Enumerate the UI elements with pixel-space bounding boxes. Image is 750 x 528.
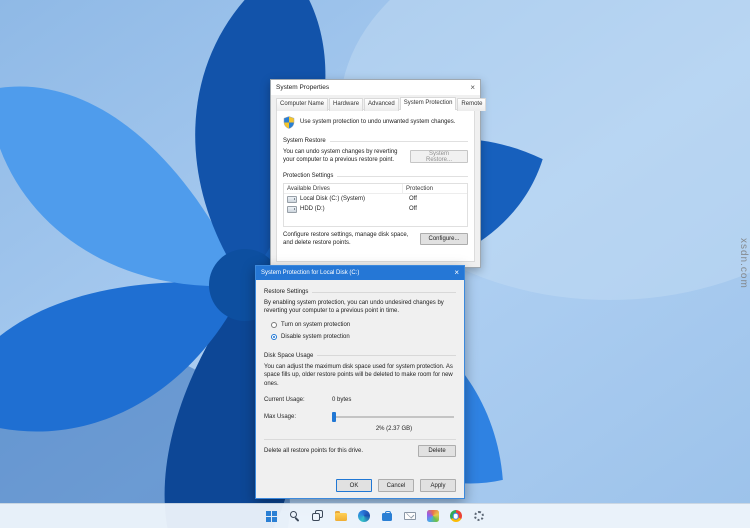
close-icon[interactable]: × bbox=[454, 269, 459, 277]
drive-dialog-titlebar[interactable]: System Protection for Local Disk (C:) × bbox=[256, 266, 464, 280]
divider bbox=[264, 438, 456, 440]
drive-dialog-body: Restore Settings By enabling system prot… bbox=[256, 280, 464, 498]
start-icon[interactable] bbox=[264, 508, 280, 524]
restore-settings-description: By enabling system protection, you can u… bbox=[264, 300, 444, 315]
system-properties-tab-strip: Computer Name Hardware Advanced System P… bbox=[276, 97, 487, 111]
drive-cell: Local Disk (C:) (System) bbox=[284, 195, 405, 203]
taskbar bbox=[0, 503, 750, 528]
system-restore-description: You can undo system changes by reverting… bbox=[283, 149, 398, 164]
tab-system-protection[interactable]: System Protection bbox=[399, 97, 457, 110]
table-row[interactable]: HDD (D:) Off bbox=[284, 204, 467, 214]
protection-status: Off bbox=[409, 206, 417, 213]
radio-turn-on-protection[interactable]: Turn on system protection bbox=[271, 321, 456, 328]
table-row[interactable]: Local Disk (C:) (System) Off bbox=[284, 194, 467, 204]
file-explorer-icon[interactable] bbox=[333, 508, 349, 524]
system-protection-drive-dialog: System Protection for Local Disk (C:) × … bbox=[255, 265, 465, 499]
edge-icon[interactable] bbox=[356, 508, 372, 524]
radio-label: Turn on system protection bbox=[281, 321, 351, 328]
disk-space-description: You can adjust the maximum disk space us… bbox=[264, 363, 453, 387]
desktop: xsdn.com System Properties × Computer Na… bbox=[0, 0, 750, 528]
table-empty-space bbox=[284, 214, 467, 226]
protection-settings-heading: Protection Settings bbox=[283, 173, 334, 180]
intro-row: Use system protection to undo unwanted s… bbox=[283, 116, 468, 129]
drive-name: Local Disk (C:) (System) bbox=[300, 196, 366, 203]
system-properties-titlebar[interactable]: System Properties × bbox=[271, 80, 480, 95]
protection-status: Off bbox=[409, 196, 417, 203]
drive-name: HDD (D:) bbox=[300, 206, 325, 213]
current-usage-label: Current Usage: bbox=[264, 396, 305, 403]
drive-dialog-title: System Protection for Local Disk (C:) bbox=[261, 270, 360, 276]
taskbar-icon-group bbox=[264, 508, 487, 524]
disk-space-heading: Disk Space Usage bbox=[264, 352, 314, 359]
task-view-icon[interactable] bbox=[310, 508, 326, 524]
max-usage-slider[interactable] bbox=[332, 411, 456, 422]
max-usage-row: Max Usage: bbox=[264, 411, 456, 422]
settings-icon[interactable] bbox=[471, 508, 487, 524]
divider bbox=[312, 291, 456, 293]
cancel-button[interactable]: Cancel bbox=[378, 479, 414, 492]
tab-hardware[interactable]: Hardware bbox=[329, 98, 364, 111]
tab-advanced[interactable]: Advanced bbox=[364, 98, 399, 111]
radio-disable-protection[interactable]: Disable system protection bbox=[271, 333, 456, 340]
max-usage-value: 2% (2.37 GB) bbox=[375, 425, 413, 432]
current-usage-row: Current Usage: 0 bytes bbox=[264, 397, 456, 403]
system-restore-group: System Restore bbox=[283, 138, 468, 144]
uac-shield-icon bbox=[283, 116, 295, 129]
tab-remote[interactable]: Remote bbox=[457, 98, 487, 111]
delete-row: Delete all restore points for this drive… bbox=[264, 444, 456, 457]
mail-icon[interactable] bbox=[402, 508, 418, 524]
system-properties-dialog: System Properties × Computer Name Hardwa… bbox=[270, 79, 487, 268]
delete-description: Delete all restore points for this drive… bbox=[264, 447, 364, 454]
system-protection-tab-page: Use system protection to undo unwanted s… bbox=[276, 109, 475, 262]
ok-button[interactable]: OK bbox=[336, 479, 372, 492]
configure-button[interactable]: Configure... bbox=[420, 233, 468, 246]
store-icon[interactable] bbox=[379, 508, 395, 524]
apply-button[interactable]: Apply bbox=[420, 479, 456, 492]
restore-settings-group: Restore Settings bbox=[264, 289, 456, 295]
max-usage-label: Max Usage: bbox=[264, 413, 297, 420]
system-properties-title: System Properties bbox=[276, 84, 330, 91]
hard-drive-icon bbox=[287, 205, 297, 213]
radio-button-icon[interactable] bbox=[271, 321, 277, 328]
column-protection[interactable]: Protection bbox=[402, 184, 467, 194]
intro-text: Use system protection to undo unwanted s… bbox=[300, 118, 456, 125]
protection-settings-group: Protection Settings bbox=[283, 173, 468, 179]
disk-space-group: Disk Space Usage bbox=[264, 353, 456, 359]
radio-label: Disable system protection bbox=[281, 333, 350, 340]
hard-drive-icon bbox=[287, 195, 297, 203]
delete-button[interactable]: Delete bbox=[418, 444, 456, 457]
drive-cell: HDD (D:) bbox=[284, 205, 405, 213]
photos-icon[interactable] bbox=[425, 508, 441, 524]
radio-button-selected-icon[interactable] bbox=[271, 333, 277, 340]
protection-drives-table: Available Drives Protection Local Disk (… bbox=[283, 183, 468, 228]
close-icon[interactable]: × bbox=[470, 83, 475, 92]
divider bbox=[317, 355, 456, 357]
system-restore-button[interactable]: System Restore... bbox=[410, 150, 468, 163]
system-restore-heading: System Restore bbox=[283, 138, 326, 144]
system-restore-row: You can undo system changes by reverting… bbox=[283, 148, 468, 164]
divider bbox=[329, 140, 468, 142]
configure-description: Configure restore settings, manage disk … bbox=[283, 232, 409, 247]
browser-icon[interactable] bbox=[448, 508, 464, 524]
table-header: Available Drives Protection bbox=[284, 184, 467, 195]
watermark: xsdn.com bbox=[738, 238, 749, 289]
max-usage-slider-thumb[interactable] bbox=[332, 411, 337, 422]
tab-computer-name[interactable]: Computer Name bbox=[276, 98, 329, 111]
dialog-footer: OK Cancel Apply bbox=[336, 479, 456, 492]
search-icon[interactable] bbox=[287, 508, 303, 524]
slider-track bbox=[332, 415, 454, 418]
current-usage-value: 0 bytes bbox=[332, 396, 352, 403]
configure-row: Configure restore settings, manage disk … bbox=[283, 231, 468, 247]
divider bbox=[337, 175, 468, 177]
column-available-drives[interactable]: Available Drives bbox=[284, 184, 402, 193]
restore-settings-heading: Restore Settings bbox=[264, 289, 309, 295]
